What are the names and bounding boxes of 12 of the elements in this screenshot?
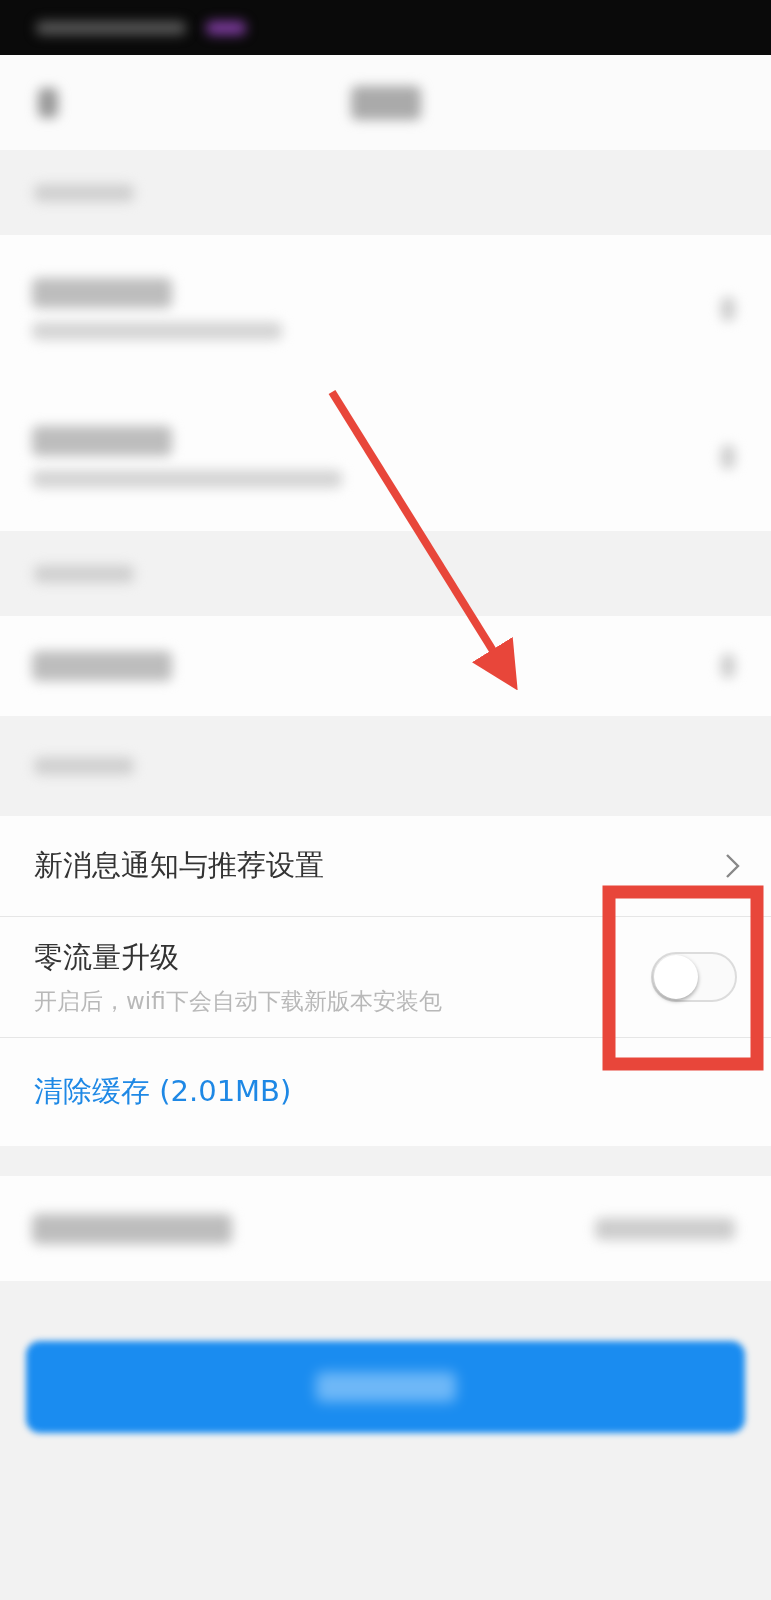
settings-item[interactable]: 清除缓存 (2.01MB) <box>0 1037 771 1146</box>
toggle-switch[interactable] <box>651 952 737 1002</box>
setting-description: 开启后，wifi下会自动下载新版本安装包 <box>34 986 442 1016</box>
setting-label: 零流量升级 <box>34 938 180 976</box>
blurred-text-drawing <box>350 85 421 120</box>
blurred-text-drawing <box>38 87 58 118</box>
blurred-text-drawing <box>206 20 246 35</box>
settings-item[interactable]: 新消息通知与推荐设置 <box>0 816 771 916</box>
blurred-text-drawing <box>721 654 735 678</box>
blurred-text-drawing <box>721 297 735 321</box>
blurred-text-drawing <box>721 445 735 469</box>
chevron-icon <box>725 853 741 879</box>
